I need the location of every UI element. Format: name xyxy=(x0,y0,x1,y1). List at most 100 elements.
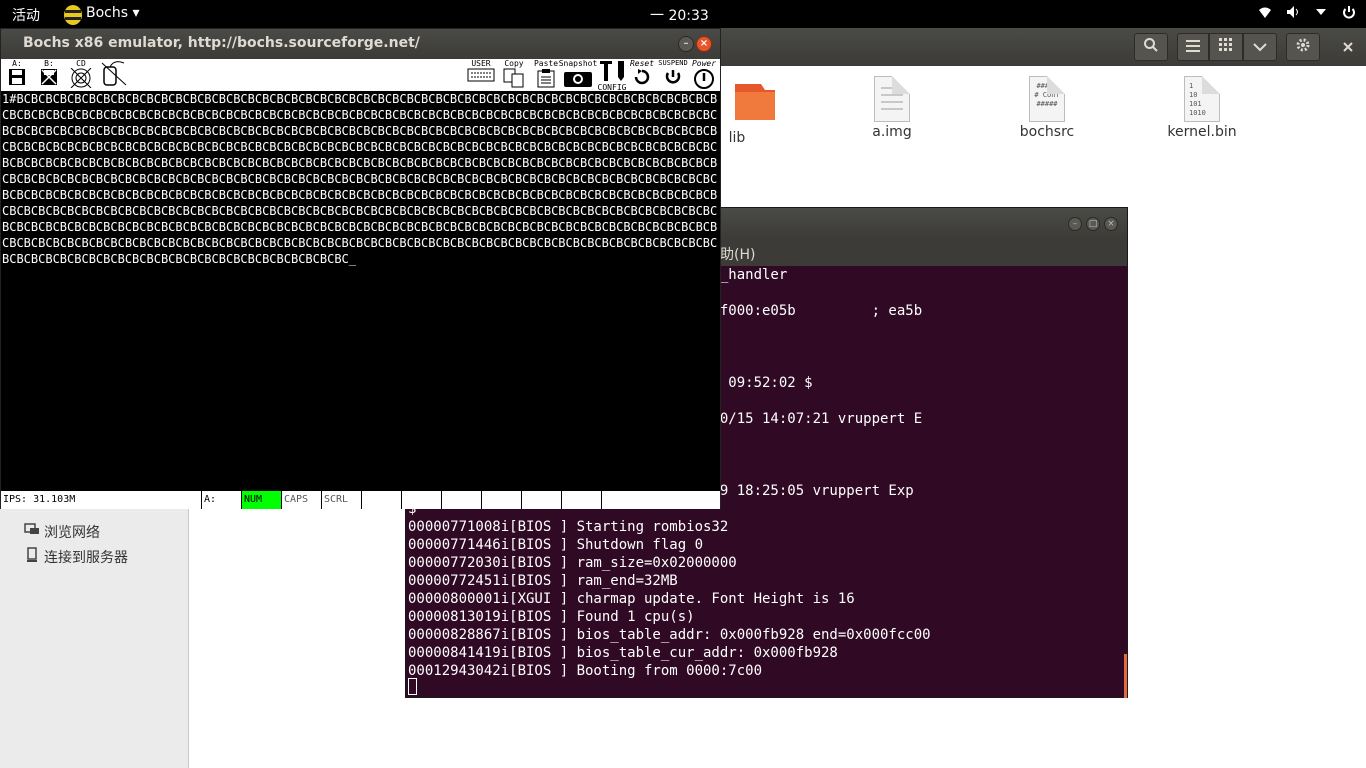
suspend-label: SUSPEND xyxy=(658,59,688,67)
sidebar-item-browse-network[interactable]: 浏览网络 xyxy=(24,522,100,542)
terminal-line: 00000772030i[BIOS ] ram_size=0x02000000 xyxy=(408,555,737,571)
clock[interactable]: 一 20:33 xyxy=(650,5,709,25)
file-item-a-img[interactable]: a.img xyxy=(837,76,947,140)
power-label: Power xyxy=(691,59,717,68)
power-button[interactable]: Power xyxy=(689,59,719,91)
file-item-kernel-bin[interactable]: 1 10 101 1010 kernel.bin xyxy=(1147,76,1257,140)
close-icon[interactable]: × xyxy=(696,36,712,52)
grid-view-button[interactable] xyxy=(1209,33,1243,61)
reset-icon xyxy=(633,68,651,88)
terminal-line: 00000771008i[BIOS ] Starting rombios32 xyxy=(408,519,729,535)
terminal-line: 00000813019i[BIOS ] Found 1 cpu(s) xyxy=(408,609,695,625)
file-name: kernel.bin xyxy=(1167,124,1237,140)
status-cell-empty xyxy=(441,491,481,509)
minimize-icon[interactable]: – xyxy=(1068,217,1082,231)
terminal-line: 00000771446i[BIOS ] Shutdown flag 0 xyxy=(408,537,704,553)
cdrom-label: CD xyxy=(76,59,86,68)
clipboard-icon xyxy=(536,68,556,90)
floppy-a-button[interactable]: A: xyxy=(5,59,29,91)
sidebar-item-label: 浏览网络 xyxy=(44,525,100,541)
power-icon[interactable] xyxy=(1342,5,1356,23)
tools-icon xyxy=(598,59,626,83)
floppy-b-label: B: xyxy=(44,59,54,68)
reset-button[interactable]: Reset xyxy=(627,59,657,91)
user-label: USER xyxy=(471,59,491,68)
list-view-button[interactable] xyxy=(1177,33,1209,61)
suspend-icon xyxy=(664,68,682,88)
status-cell-empty xyxy=(401,491,441,509)
search-button[interactable] xyxy=(1134,33,1168,61)
minimize-icon[interactable]: – xyxy=(678,36,694,52)
chevron-down-icon xyxy=(1253,38,1267,56)
list-icon xyxy=(1186,38,1200,56)
mouse-icon xyxy=(100,59,128,89)
status-cell-empty xyxy=(361,491,401,509)
system-tray xyxy=(1258,5,1356,23)
close-icon xyxy=(1343,38,1353,56)
settings-button[interactable] xyxy=(1286,33,1320,61)
status-cell-empty xyxy=(481,491,521,509)
config-button[interactable]: CONFIG xyxy=(597,59,627,92)
close-icon[interactable]: × xyxy=(1104,217,1118,231)
snapshot-label: Snapshot xyxy=(558,59,598,68)
terminal-line: 00000800001i[XGUI ] charmap update. Font… xyxy=(408,591,855,607)
activities-button[interactable]: 活动 xyxy=(12,5,40,25)
bochs-app-icon xyxy=(62,0,84,28)
camera-icon xyxy=(563,68,593,90)
file-item-bochsrc[interactable]: ##### # Conf ##### bochsrc xyxy=(992,76,1102,140)
cdrom-button[interactable]: CD xyxy=(67,59,95,91)
view-options-button[interactable] xyxy=(1243,33,1277,61)
window-close-button[interactable] xyxy=(1336,33,1360,61)
ips-readout: IPS: 31.103M xyxy=(3,494,76,505)
terminal-scrollbar[interactable] xyxy=(1124,654,1127,698)
status-cell-empty xyxy=(561,491,601,509)
sidebar-item-connect-server[interactable]: 连接到服务器 xyxy=(24,547,128,567)
bochs-status-bar: IPS: 31.103M A: NUM CAPS SCRL xyxy=(1,491,720,509)
suspend-button[interactable]: SUSPEND xyxy=(657,59,689,91)
caps-lock-indicator: CAPS xyxy=(281,491,321,509)
status-cell-empty xyxy=(521,491,561,509)
floppy-a-label: A: xyxy=(12,59,22,68)
floppy-icon xyxy=(40,68,58,88)
terminal-cursor xyxy=(408,678,417,695)
paste-label: Paste xyxy=(533,59,559,68)
user-button[interactable]: USER xyxy=(466,59,496,91)
grid-icon xyxy=(1219,38,1233,56)
paste-button[interactable]: Paste xyxy=(533,59,559,91)
wifi-icon[interactable] xyxy=(1258,5,1272,23)
bochs-vga-screen[interactable]: 1#BCBCBCBCBCBCBCBCBCBCBCBCBCBCBCBCBCBCBC… xyxy=(1,91,720,491)
terminal-line: 00000772451i[BIOS ] ram_end=32MB xyxy=(408,573,678,589)
bochs-window-title: Bochs x86 emulator, http://bochs.sourcef… xyxy=(23,35,420,51)
network-icon xyxy=(24,523,40,541)
drive-indicator: A: xyxy=(201,491,241,509)
copy-label: Copy xyxy=(504,59,524,68)
file-name: a.img xyxy=(872,124,912,140)
config-file-icon: ##### # Conf ##### xyxy=(1029,76,1065,122)
menu-item-help[interactable]: 助(H) xyxy=(720,244,755,264)
scroll-lock-indicator: SCRL xyxy=(321,491,361,509)
cdrom-icon xyxy=(70,67,92,90)
status-cell-empty xyxy=(601,491,720,509)
floppy-icon xyxy=(8,68,26,88)
num-lock-indicator: NUM xyxy=(241,491,281,509)
bochs-title-bar[interactable]: Bochs x86 emulator, http://bochs.sourcef… xyxy=(1,29,720,59)
top-panel: 活动 Bochs ▾ 一 20:33 xyxy=(0,0,1366,28)
bochs-toolbar: A: B: CD USER Copy Paste Snapshot CONFIG… xyxy=(1,59,720,92)
maximize-icon[interactable]: □ xyxy=(1086,217,1100,231)
terminal-line: 00012943042i[BIOS ] Booting from 0000:7c… xyxy=(408,663,763,679)
snapshot-button[interactable]: Snapshot xyxy=(558,59,598,91)
copy-button[interactable]: Copy xyxy=(501,59,527,91)
file-name: bochsrc xyxy=(1019,124,1075,140)
volume-icon[interactable] xyxy=(1286,5,1300,23)
keyboard-icon xyxy=(467,68,495,84)
terminal-line: 00000828867i[BIOS ] bios_table_addr: 0x0… xyxy=(408,627,931,643)
battery-icon[interactable] xyxy=(1314,5,1328,23)
binary-file-icon: 1 10 101 1010 xyxy=(1184,76,1220,122)
mouse-toggle-button[interactable] xyxy=(99,59,129,91)
app-menu-button[interactable]: Bochs ▾ xyxy=(86,5,140,21)
text-file-icon xyxy=(874,76,910,122)
terminal-line: 00000841419i[BIOS ] bios_table_cur_addr:… xyxy=(408,645,838,661)
floppy-b-button[interactable]: B: xyxy=(37,59,61,91)
server-icon xyxy=(24,547,40,567)
sidebar-item-label: 连接到服务器 xyxy=(44,550,128,566)
